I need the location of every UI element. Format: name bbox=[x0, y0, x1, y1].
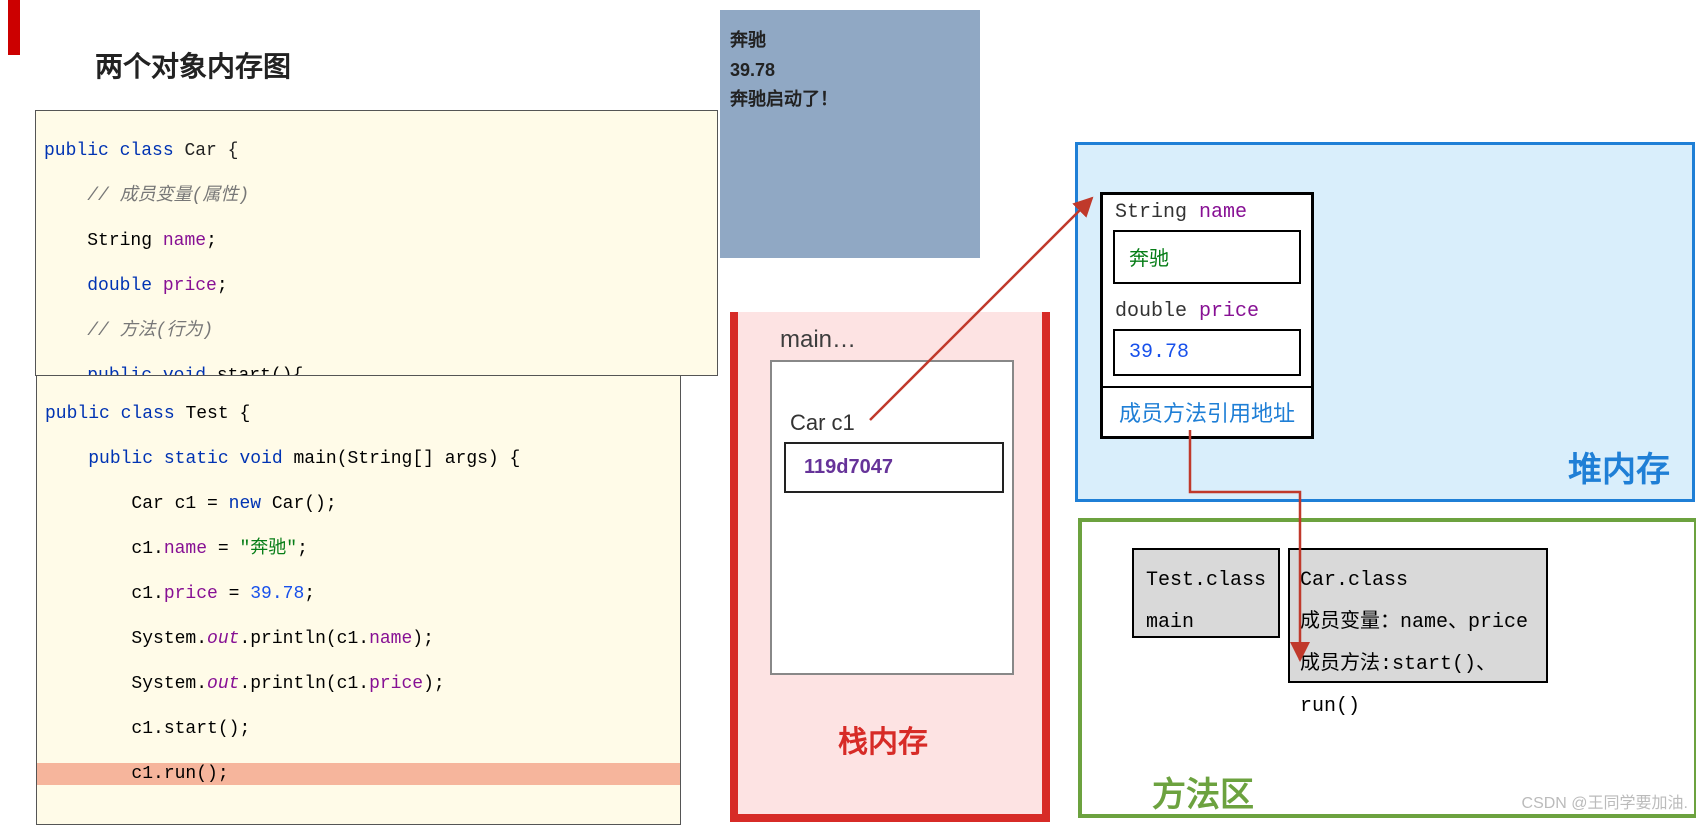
stack-var-address: 119d7047 bbox=[784, 442, 1004, 493]
method-area-test-class: Test.class main bbox=[1132, 548, 1280, 638]
heap-title: 堆内存 bbox=[1568, 442, 1670, 491]
console-line: 奔驰启动了！ bbox=[730, 85, 970, 115]
stack-title: 栈内存 bbox=[838, 717, 928, 761]
stack-frame-title: main… bbox=[780, 326, 856, 354]
method-area-car-class: Car.class 成员变量：name、price 成员方法:start()、r… bbox=[1288, 548, 1548, 683]
console-line: 奔驰 bbox=[730, 26, 970, 56]
left-red-accent bbox=[8, 0, 20, 55]
code-block-car-class: public class Car { // 成员变量(属性) String na… bbox=[35, 110, 718, 376]
stack-var-label: Car c1 bbox=[790, 410, 1000, 436]
heap-field-price-value: 39.78 bbox=[1113, 329, 1301, 376]
stack-frame-main: Car c1 119d7047 bbox=[770, 360, 1014, 675]
console-line: 39.78 bbox=[730, 56, 970, 86]
heap-method-ref-label: 成员方法引用地址 bbox=[1103, 386, 1311, 436]
watermark: CSDN @王同学要加油. bbox=[1522, 789, 1688, 813]
code-block-test-class: public class Test { public static void m… bbox=[36, 375, 681, 825]
heap-object-car: String name 奔驰 double price 39.78 成员方法引用… bbox=[1100, 192, 1314, 439]
heap-field-name-value: 奔驰 bbox=[1113, 230, 1301, 284]
method-area-title: 方法区 bbox=[1152, 767, 1254, 816]
page-title: 两个对象内存图 bbox=[95, 45, 291, 85]
console-output: 奔驰 39.78 奔驰启动了！ bbox=[720, 10, 980, 258]
